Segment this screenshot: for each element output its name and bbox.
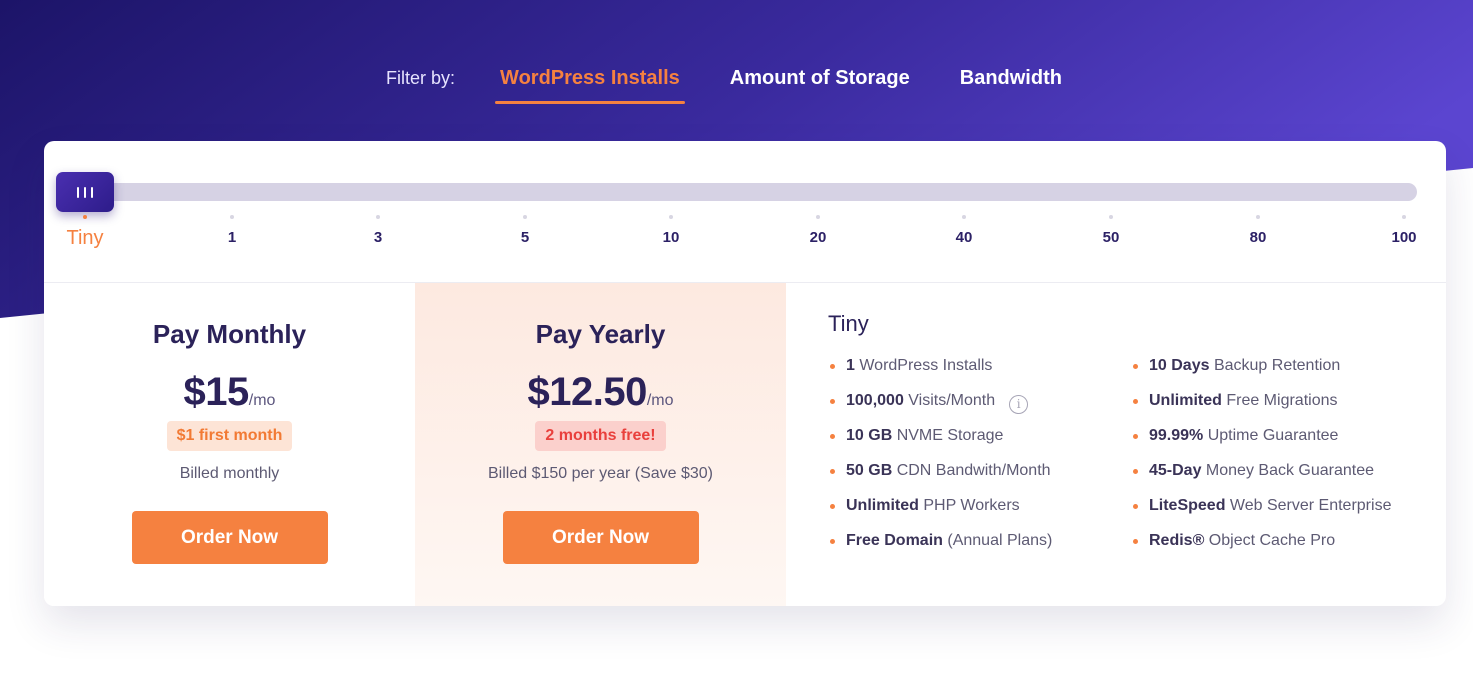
tick-label: Tiny [66, 227, 104, 249]
slider-grip-icon [77, 186, 79, 198]
tick-label: 20 [809, 229, 827, 246]
feature-item: Unlimited PHP Workers [828, 497, 1052, 532]
tick-label: 100 [1391, 229, 1417, 246]
slider-track[interactable] [70, 183, 1417, 201]
monthly-price: $15 [183, 370, 250, 414]
feature-item: LiteSpeed Web Server Enterprise [1131, 497, 1391, 532]
slider-grip-icon [91, 186, 93, 198]
feature-item: Redis® Object Cache Pro [1131, 532, 1391, 567]
plan-slider: Tiny 1 3 5 10 20 40 50 80 100 [44, 141, 1446, 283]
feature-item: 99.99% Uptime Guarantee [1131, 427, 1391, 462]
slider-grip-icon [84, 186, 86, 198]
monthly-order-now-button[interactable]: Order Now [131, 511, 328, 564]
features-plan-name: Tiny [828, 311, 869, 336]
feature-item: 45-Day Money Back Guarantee [1131, 462, 1391, 497]
slider-tick-10[interactable]: 10 [641, 211, 701, 246]
slider-tick-5[interactable]: 5 [495, 211, 555, 246]
feature-item: 1 WordPress Installs [828, 357, 1052, 392]
monthly-plan-column: Pay Monthly $15/mo $1 first month Billed… [44, 283, 415, 606]
yearly-plan-title: Pay Yearly [535, 319, 666, 349]
tab-wordpress-installs[interactable]: WordPress Installs [495, 67, 685, 104]
slider-tick-80[interactable]: 80 [1228, 211, 1288, 246]
tick-dot [1256, 215, 1260, 219]
slider-tick-20[interactable]: 20 [788, 211, 848, 246]
feature-item: 50 GB CDN Bandwith/Month [828, 462, 1052, 497]
tick-label: 50 [1102, 229, 1120, 246]
yearly-plan-column: Pay Yearly $12.50/mo 2 months free! Bill… [415, 283, 786, 606]
feature-item: Unlimited Free Migrations [1131, 392, 1391, 427]
features-list-right: 10 Days Backup Retention Unlimited Free … [1131, 357, 1391, 567]
tick-dot [83, 215, 87, 219]
tick-label: 10 [662, 229, 680, 246]
tick-dot [816, 215, 820, 219]
tick-dot [1109, 215, 1113, 219]
tick-label: 1 [227, 229, 237, 246]
feature-item: 10 GB NVME Storage [828, 427, 1052, 462]
feature-item: 10 Days Backup Retention [1131, 357, 1391, 392]
filter-label: Filter by: [386, 68, 456, 88]
tick-label: 3 [373, 229, 383, 246]
tick-label: 80 [1249, 229, 1267, 246]
tab-bandwidth[interactable]: Bandwidth [955, 67, 1067, 104]
tick-dot [962, 215, 966, 219]
info-icon[interactable]: i [1009, 395, 1029, 414]
yearly-price: $12.50 [527, 370, 647, 414]
monthly-price-row: $15/mo [44, 370, 415, 415]
monthly-plan-title: Pay Monthly [152, 319, 307, 349]
yearly-price-unit: /mo [646, 392, 674, 409]
monthly-price-unit: /mo [248, 392, 276, 409]
yearly-promo-badge: 2 months free! [535, 421, 666, 451]
tick-label: 5 [520, 229, 530, 246]
tick-label: 40 [955, 229, 973, 246]
features-list-left: 1 WordPress Installs 100,000 Visits/Mont… [828, 357, 1052, 567]
monthly-billing-note: Billed monthly [179, 465, 280, 482]
pricing-card: Tiny 1 3 5 10 20 40 50 80 100 Pay Monthl… [44, 141, 1446, 606]
yearly-order-now-button[interactable]: Order Now [502, 511, 699, 564]
plan-features: Tiny 1 WordPress Installs 100,000 Visits… [786, 283, 1446, 606]
slider-tick-100[interactable]: 100 [1374, 211, 1434, 246]
slider-tick-50[interactable]: 50 [1081, 211, 1141, 246]
tick-dot [230, 215, 234, 219]
slider-tick-1[interactable]: 1 [202, 211, 262, 246]
yearly-price-row: $12.50/mo [415, 370, 786, 415]
tick-dot [376, 215, 380, 219]
monthly-promo-badge: $1 first month [166, 421, 293, 451]
slider-tick-40[interactable]: 40 [934, 211, 994, 246]
tick-dot [1402, 215, 1406, 219]
tick-dot [669, 215, 673, 219]
tab-amount-of-storage[interactable]: Amount of Storage [725, 67, 915, 104]
tick-dot [523, 215, 527, 219]
feature-item: 100,000 Visits/Month i [828, 392, 1052, 427]
filter-bar: Filter by: WordPress Installs Amount of … [0, 60, 1473, 104]
yearly-billing-note: Billed $150 per year (Save $30) [487, 465, 714, 482]
feature-item: Free Domain (Annual Plans) [828, 532, 1052, 567]
slider-handle[interactable] [56, 172, 114, 212]
slider-tick-3[interactable]: 3 [348, 211, 408, 246]
slider-tick-tiny[interactable]: Tiny [55, 211, 115, 250]
